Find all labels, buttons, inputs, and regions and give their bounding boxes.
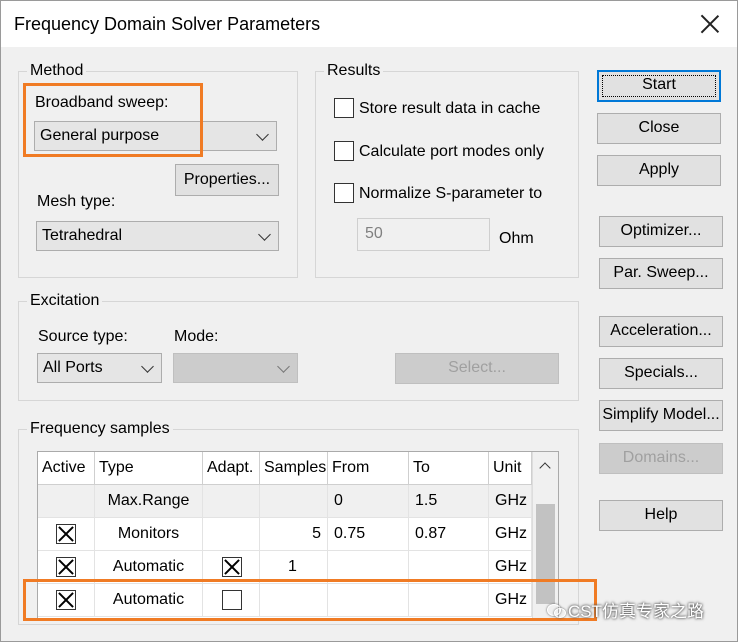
column-header-active[interactable]: Active bbox=[38, 452, 95, 485]
mesh-type-label: Mesh type: bbox=[37, 193, 116, 210]
close-icon[interactable] bbox=[695, 9, 725, 39]
optimizer-button[interactable]: Optimizer... bbox=[599, 216, 723, 247]
source-type-select[interactable]: All Ports bbox=[37, 353, 162, 383]
active-checkbox[interactable] bbox=[56, 557, 76, 577]
simplify-model-button[interactable]: Simplify Model... bbox=[599, 400, 723, 431]
source-type-label: Source type: bbox=[38, 328, 128, 345]
table-row-cell-adapt[interactable] bbox=[203, 518, 260, 551]
adapt-checkbox[interactable] bbox=[222, 557, 242, 577]
column-header-samples[interactable]: Samples bbox=[260, 452, 328, 485]
column-header-unit[interactable]: Unit bbox=[489, 452, 532, 485]
start-button-label: Start bbox=[642, 76, 676, 93]
highlight-broadband-box bbox=[23, 83, 203, 157]
normalize-impedance-input[interactable]: 50 bbox=[357, 218, 490, 251]
start-button[interactable]: Start bbox=[597, 70, 721, 102]
mode-select[interactable] bbox=[173, 353, 298, 383]
column-header-type[interactable]: Type bbox=[95, 452, 203, 485]
watermark-text: CST仿真专家之路 bbox=[568, 602, 704, 621]
table-row-cell-active[interactable] bbox=[38, 485, 95, 518]
dialog-window: Frequency Domain Solver Parameters Metho… bbox=[0, 0, 738, 642]
table-row-cell-samples[interactable]: 5 bbox=[260, 518, 328, 551]
source-type-value: All Ports bbox=[43, 359, 103, 376]
results-group-label: Results bbox=[324, 61, 384, 81]
domains-button[interactable]: Domains... bbox=[599, 443, 723, 474]
column-header-to[interactable]: To bbox=[409, 452, 489, 485]
table-row-cell-from[interactable]: 0 bbox=[328, 485, 409, 518]
table-row-cell-adapt[interactable] bbox=[203, 485, 260, 518]
chevron-down-icon bbox=[141, 360, 154, 373]
store-cache-label: Store result data in cache bbox=[359, 100, 541, 117]
column-header-from[interactable]: From bbox=[328, 452, 409, 485]
frequency-samples-group-label: Frequency samples bbox=[27, 419, 173, 439]
mode-label: Mode: bbox=[174, 328, 219, 345]
mesh-type-value: Tetrahedral bbox=[42, 227, 123, 244]
table-row-cell-unit[interactable]: GHz bbox=[489, 485, 532, 518]
normalize-checkbox[interactable] bbox=[334, 183, 354, 203]
port-modes-label: Calculate port modes only bbox=[359, 143, 544, 160]
table-row-cell-unit[interactable]: GHz bbox=[489, 518, 532, 551]
table-row-cell-from[interactable]: 0.75 bbox=[328, 518, 409, 551]
par-sweep-button[interactable]: Par. Sweep... bbox=[599, 258, 723, 289]
select-button[interactable]: Select... bbox=[395, 353, 559, 384]
active-checkbox[interactable] bbox=[56, 524, 76, 544]
chevron-down-icon bbox=[258, 228, 271, 241]
excitation-group: Excitation bbox=[18, 291, 579, 401]
help-button[interactable]: Help bbox=[599, 500, 723, 531]
wechat-icon bbox=[547, 604, 566, 618]
store-cache-checkbox[interactable] bbox=[334, 98, 354, 118]
table-row-cell-to[interactable]: 0.87 bbox=[409, 518, 489, 551]
watermark: CST仿真专家之路 bbox=[547, 597, 704, 622]
highlight-last-row-box bbox=[23, 579, 597, 621]
chevron-down-icon bbox=[277, 360, 290, 373]
normalize-unit: Ohm bbox=[499, 230, 534, 247]
properties-button[interactable]: Properties... bbox=[175, 164, 279, 196]
table-row-cell-samples[interactable] bbox=[260, 485, 328, 518]
table-row-cell-type[interactable]: Monitors bbox=[95, 518, 203, 551]
column-header-adapt[interactable]: Adapt. bbox=[203, 452, 260, 485]
acceleration-button[interactable]: Acceleration... bbox=[599, 316, 723, 347]
method-group-label: Method bbox=[27, 61, 87, 81]
excitation-group-label: Excitation bbox=[27, 291, 103, 311]
chevron-down-icon bbox=[256, 128, 269, 141]
normalize-label: Normalize S-parameter to bbox=[359, 185, 543, 202]
table-row-cell-active[interactable] bbox=[38, 518, 95, 551]
title-bar: Frequency Domain Solver Parameters bbox=[1, 1, 737, 47]
table-row-cell-type[interactable]: Max.Range bbox=[95, 485, 203, 518]
mesh-type-select[interactable]: Tetrahedral bbox=[36, 221, 279, 251]
apply-button[interactable]: Apply bbox=[597, 155, 721, 186]
close-button[interactable]: Close bbox=[597, 113, 721, 144]
chevron-up-icon[interactable] bbox=[539, 462, 551, 474]
window-title: Frequency Domain Solver Parameters bbox=[14, 14, 321, 34]
port-modes-checkbox[interactable] bbox=[334, 141, 354, 161]
specials-button[interactable]: Specials... bbox=[599, 358, 723, 389]
table-row-cell-to[interactable]: 1.5 bbox=[409, 485, 489, 518]
